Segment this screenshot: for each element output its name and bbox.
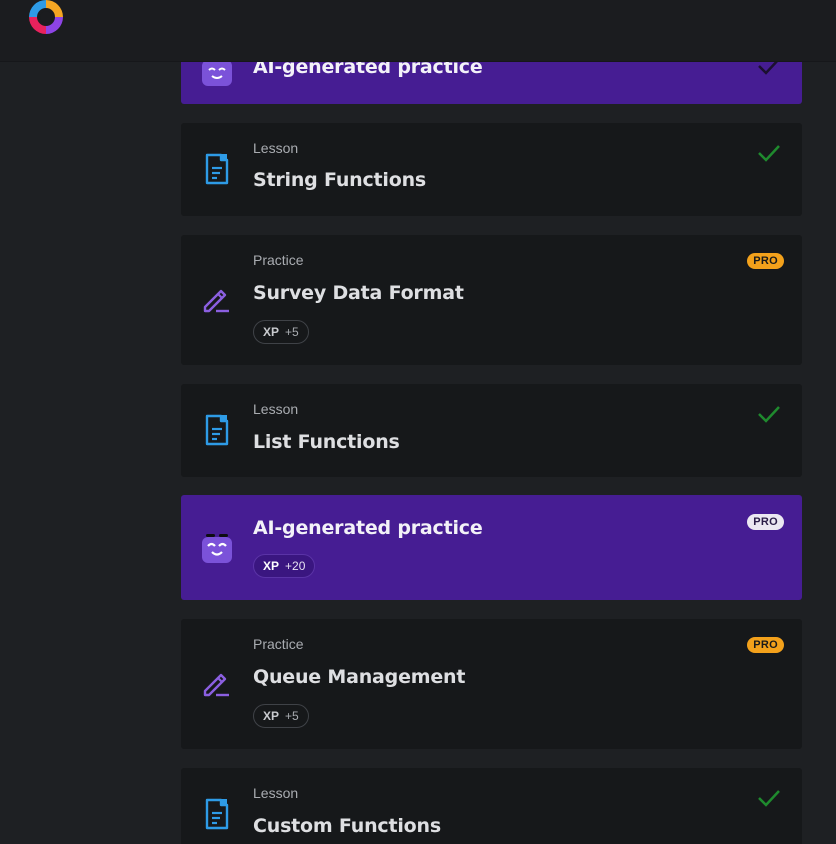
pencil-icon	[203, 289, 229, 313]
xp-value: +20	[285, 559, 306, 573]
xp-badge: XP +5	[253, 320, 309, 344]
card-type: Practice	[253, 252, 304, 268]
xp-badge: XP +20	[253, 554, 316, 578]
xp-badge: XP +5	[253, 704, 309, 728]
xp-label: XP	[263, 709, 280, 723]
card-title: AI-generated practice	[253, 517, 483, 539]
lesson-card-list-functions[interactable]: Lesson List Functions	[181, 384, 802, 477]
check-icon	[758, 406, 780, 423]
card-type: Lesson	[253, 401, 299, 417]
lesson-card-custom-functions[interactable]: Lesson Custom Functions	[181, 768, 802, 844]
lesson-card-survey-data-format[interactable]: Practice Survey Data Format XP +5 PRO	[181, 235, 802, 365]
check-icon	[758, 145, 780, 162]
xp-label: XP	[263, 325, 280, 339]
pro-badge: PRO	[747, 253, 784, 269]
card-title: List Functions	[253, 431, 400, 453]
document-icon	[205, 153, 229, 185]
robot-mascot-icon	[202, 534, 232, 563]
brand-logo-icon[interactable]	[25, 0, 67, 38]
lesson-card-string-functions[interactable]: Lesson String Functions	[181, 123, 802, 216]
card-title: Custom Functions	[253, 815, 441, 837]
card-type: Practice	[253, 636, 304, 652]
card-title: String Functions	[253, 169, 427, 191]
card-type: Lesson	[253, 785, 299, 801]
document-icon	[205, 798, 229, 830]
document-icon	[205, 414, 229, 446]
card-type: Lesson	[253, 140, 299, 156]
check-icon	[758, 790, 780, 807]
lesson-card-ai-practice[interactable]: AI-generated practice XP +20 PRO	[181, 495, 802, 600]
xp-value: +5	[285, 325, 299, 339]
top-bar	[0, 0, 836, 62]
pro-badge: PRO	[747, 514, 784, 530]
card-title: Survey Data Format	[253, 282, 464, 304]
lesson-card-queue-management[interactable]: Practice Queue Management XP +5 PRO	[181, 619, 802, 749]
xp-label: XP	[263, 559, 280, 573]
xp-value: +5	[285, 709, 299, 723]
pencil-icon	[203, 673, 229, 697]
pro-badge: PRO	[747, 637, 784, 653]
card-title: Queue Management	[253, 666, 466, 688]
